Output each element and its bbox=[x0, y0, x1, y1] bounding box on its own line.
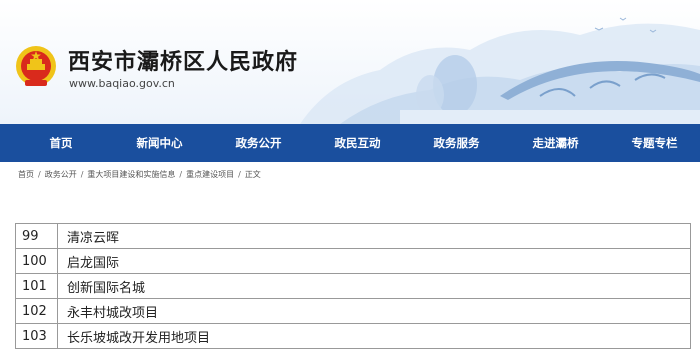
project-table: 99 清凉云晖 100 启龙国际 101 创新国际名城 102 永丰村城改项目 … bbox=[15, 223, 691, 349]
nav-item-about-baqiao[interactable]: 走进灞桥 bbox=[506, 124, 605, 162]
site-url[interactable]: www.baqiao.gov.cn bbox=[69, 77, 175, 90]
main-nav: 首页 新闻中心 政务公开 政民互动 政务服务 走进灞桥 专题专栏 bbox=[0, 124, 700, 162]
breadcrumb-major-projects[interactable]: 重大项目建设和实施信息 bbox=[87, 169, 175, 180]
project-name: 创新国际名城 bbox=[57, 273, 691, 299]
table-row: 103 长乐坡城改开发用地项目 bbox=[15, 323, 691, 349]
breadcrumb-separator: / bbox=[80, 169, 84, 179]
project-number: 99 bbox=[15, 223, 58, 249]
table-row: 102 永丰村城改项目 bbox=[15, 298, 691, 324]
breadcrumb-current: 正文 bbox=[244, 169, 261, 179]
project-number: 102 bbox=[15, 298, 58, 324]
national-emblem-icon bbox=[16, 46, 56, 86]
project-name: 启龙国际 bbox=[57, 248, 691, 274]
nav-item-government-services[interactable]: 政务服务 bbox=[407, 124, 506, 162]
site-title: 西安市灞桥区人民政府 bbox=[68, 50, 299, 75]
project-number: 103 bbox=[15, 323, 58, 349]
project-name: 长乐坡城改开发用地项目 bbox=[57, 323, 691, 349]
breadcrumb-separator: / bbox=[38, 169, 41, 179]
breadcrumb-home[interactable]: 首页 bbox=[18, 169, 34, 180]
project-number: 101 bbox=[15, 273, 58, 299]
table-row: 99 清凉云晖 bbox=[15, 223, 691, 249]
breadcrumb-separator: / bbox=[179, 169, 183, 179]
site-header: 西安市灞桥区人民政府 www.baqiao.gov.cn bbox=[0, 0, 700, 124]
project-name: 永丰村城改项目 bbox=[57, 298, 691, 324]
nav-item-home[interactable]: 首页 bbox=[0, 124, 110, 162]
project-name: 清凉云晖 bbox=[57, 223, 691, 249]
table-row: 101 创新国际名城 bbox=[15, 273, 691, 299]
project-number: 100 bbox=[15, 248, 58, 274]
breadcrumb-separator: / bbox=[238, 169, 241, 179]
breadcrumb-government-affairs[interactable]: 政务公开 bbox=[45, 169, 77, 180]
breadcrumb-key-projects[interactable]: 重点建设项目 bbox=[186, 169, 234, 180]
nav-item-government-affairs[interactable]: 政务公开 bbox=[209, 124, 308, 162]
nav-item-news-center[interactable]: 新闻中心 bbox=[110, 124, 209, 162]
breadcrumb: 首页 / 政务公开 / 重大项目建设和实施信息 / 重点建设项目 / 正文 bbox=[18, 167, 261, 181]
nav-item-special-topics[interactable]: 专题专栏 bbox=[605, 124, 700, 162]
table-row: 100 启龙国际 bbox=[15, 248, 691, 274]
nav-item-public-interaction[interactable]: 政民互动 bbox=[308, 124, 407, 162]
